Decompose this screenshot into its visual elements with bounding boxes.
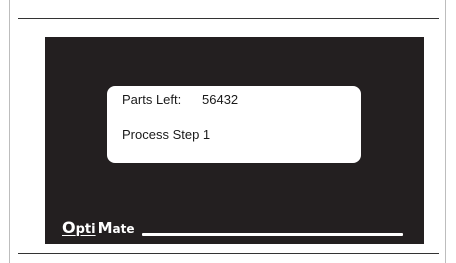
- status-panel: Parts Left: 56432 Process Step 1: [107, 86, 361, 163]
- optimate-logo: Opti Mate: [62, 218, 135, 237]
- device-display: Parts Left: 56432 Process Step 1 Opti Mat…: [45, 37, 424, 244]
- parts-left-label: Parts Left:: [122, 92, 182, 107]
- logo-opti: Opti: [62, 218, 96, 237]
- parts-left-value: 56432: [202, 92, 239, 107]
- bottom-rule: [18, 253, 439, 254]
- process-step-text: Process Step 1: [122, 127, 211, 142]
- top-rule: [18, 18, 439, 19]
- logo-underline: [142, 233, 403, 236]
- logo-mate: Mate: [97, 219, 135, 237]
